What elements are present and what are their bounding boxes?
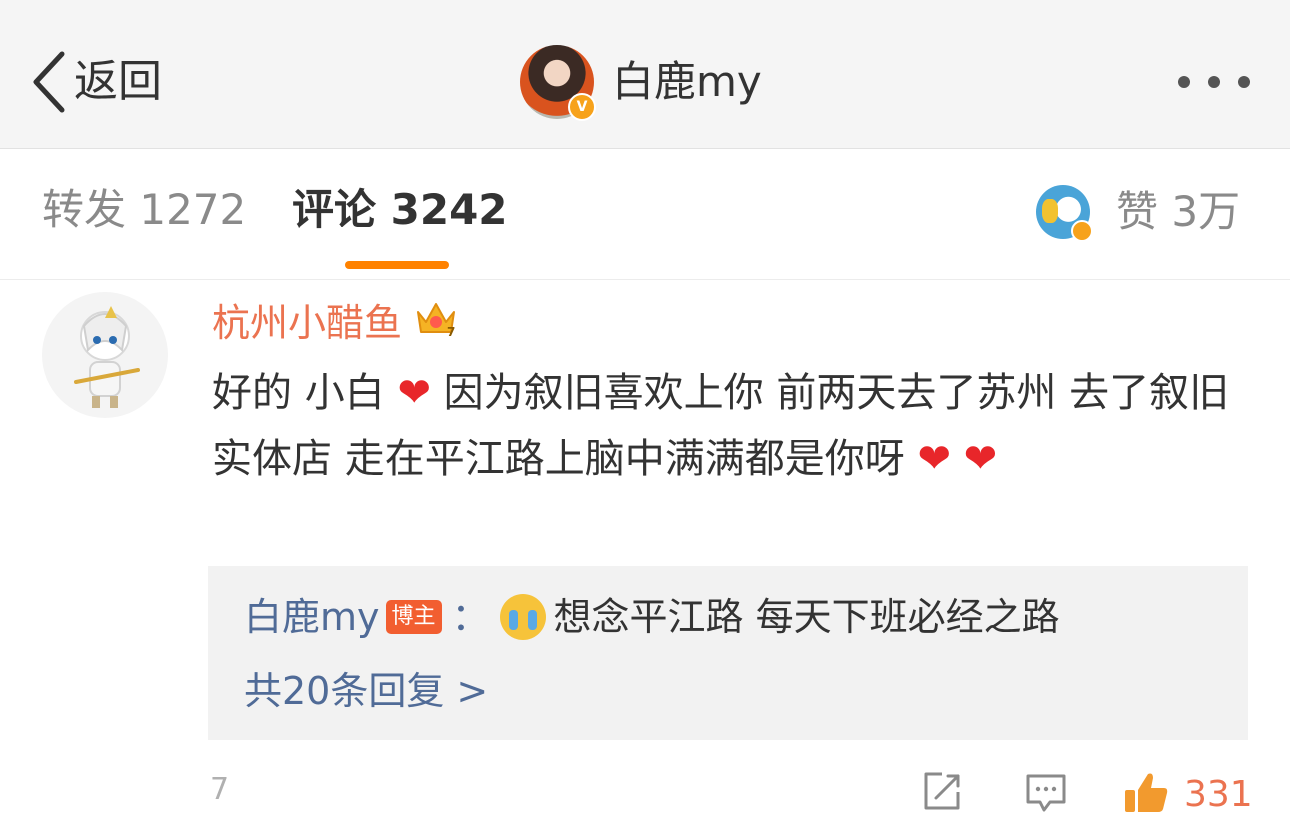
comment-icon	[1024, 774, 1068, 818]
share-icon	[920, 772, 964, 818]
verified-badge-icon: V	[568, 93, 596, 121]
tab-repost[interactable]: 转发 1272	[42, 189, 246, 231]
svg-text:7: 7	[447, 325, 455, 338]
back-button[interactable]: 返回	[30, 50, 162, 114]
comment-text: 好的 小白 ❤ 因为叙旧喜欢上你 前两天去了苏州 去了叙旧实体店 走在平江路上脑…	[212, 360, 1252, 492]
comment-timestamp: 7	[210, 772, 230, 807]
reply-preview[interactable]: 白鹿my 博主 ： 想念平江路 每天下班必经之路 共20条回复 >	[208, 566, 1248, 740]
author-tag-badge: 博主	[385, 600, 442, 634]
comment-button[interactable]	[1024, 770, 1068, 818]
comment-author-name[interactable]: 杭州小醋鱼	[212, 300, 402, 346]
tab-likes[interactable]: 赞 3万	[1036, 185, 1241, 242]
header-username[interactable]: 白鹿my	[612, 61, 762, 103]
comment-author[interactable]: 杭州小醋鱼 7	[212, 298, 458, 348]
reply-author[interactable]: 白鹿my	[244, 592, 380, 642]
active-tab-indicator	[345, 261, 449, 269]
tab-comments[interactable]: 评论 3242	[292, 189, 508, 231]
post-author[interactable]: V 白鹿my	[520, 44, 762, 121]
likes-label: 赞 3万	[1116, 187, 1241, 236]
back-label: 返回	[74, 56, 162, 107]
more-dots-icon	[1178, 76, 1190, 88]
navigation-bar: 返回 V 白鹿my	[0, 0, 1290, 149]
heart-icon: ❤	[963, 436, 998, 482]
like-count: 331	[1184, 774, 1253, 815]
more-dot	[1238, 76, 1250, 88]
chevron-left-icon	[30, 50, 66, 114]
commenter-avatar[interactable]	[42, 292, 168, 418]
reply-text: 想念平江路 每天下班必经之路	[553, 595, 1060, 639]
crown-icon: 7	[414, 298, 458, 348]
thumbs-up-icon	[1122, 770, 1170, 820]
heart-icon: ❤	[917, 436, 951, 482]
heart-icon: ❤	[397, 370, 431, 416]
more-options-button[interactable]	[1172, 70, 1256, 94]
crying-face-icon	[499, 594, 546, 640]
view-replies-link[interactable]: 共20条回复 >	[244, 666, 488, 716]
repost-button[interactable]	[920, 770, 964, 818]
reply-item[interactable]: 白鹿my 博主 ： 想念平江路 每天下班必经之路	[244, 592, 1060, 642]
comment-text-part: 好的 小白	[212, 370, 385, 416]
like-button[interactable]: 331	[1122, 770, 1253, 820]
verified-badge-icon	[1071, 220, 1093, 242]
pineapple-icon	[1042, 199, 1058, 223]
more-dot	[1208, 76, 1220, 88]
liker-avatar	[1036, 185, 1093, 242]
reply-colon: ：	[451, 595, 490, 639]
interaction-tabs: 转发 1272 评论 3242 赞 3万	[0, 149, 1290, 280]
